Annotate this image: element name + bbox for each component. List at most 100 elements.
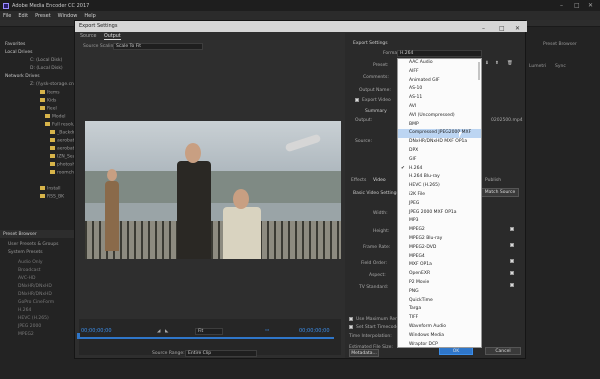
minimize-icon[interactable]: –: [560, 2, 563, 9]
format-option[interactable]: MP3: [398, 217, 481, 226]
tab-effects[interactable]: Effects: [351, 178, 366, 183]
format-option-selected[interactable]: ✔ H.264: [398, 165, 481, 174]
match-source-button[interactable]: Match Source: [481, 188, 519, 197]
format-option[interactable]: QuickTime: [398, 297, 481, 306]
preset-item[interactable]: DNxHR/DNxHD: [18, 284, 52, 289]
menu-preset[interactable]: Preset: [35, 13, 51, 19]
format-option[interactable]: i2K File: [398, 191, 481, 200]
drive-c[interactable]: C: (Local Disk): [30, 58, 62, 63]
maximize-icon[interactable]: □: [574, 2, 580, 9]
close-icon[interactable]: ✕: [588, 2, 593, 9]
menu-window[interactable]: Window: [58, 13, 78, 19]
tab-source[interactable]: Source: [80, 34, 96, 39]
metadata-button[interactable]: Metadata...: [349, 349, 379, 357]
playhead[interactable]: [77, 333, 80, 339]
cancel-button[interactable]: Cancel: [485, 347, 521, 355]
format-option[interactable]: Wraptor DCP: [398, 341, 481, 350]
match-checkbox[interactable]: [510, 227, 514, 231]
network-drives-label[interactable]: Network Drives: [5, 74, 40, 79]
folder-icon: [45, 122, 50, 126]
format-option[interactable]: MPEG4: [398, 253, 481, 262]
folder-item[interactable]: Reel: [40, 106, 57, 112]
format-option[interactable]: TIFF: [398, 314, 481, 323]
preset-item[interactable]: GoPro CineForm: [18, 300, 54, 305]
match-checkbox[interactable]: [510, 271, 514, 275]
match-checkbox[interactable]: [510, 243, 514, 247]
format-option[interactable]: H.264 Blu-ray: [398, 173, 481, 182]
folder-item[interactable]: Install: [40, 186, 61, 192]
format-option[interactable]: JPEG: [398, 200, 481, 209]
start-timecode-checkbox[interactable]: [349, 325, 353, 329]
aspect-toggle-icon[interactable]: ▭: [265, 328, 269, 333]
folder-item[interactable]: Items: [40, 90, 60, 96]
preset-item[interactable]: AVC-HD: [18, 276, 35, 281]
format-option[interactable]: AVI (Uncompressed): [398, 112, 481, 121]
local-drives-label[interactable]: Local Drives: [5, 50, 32, 55]
match-checkbox[interactable]: [510, 259, 514, 263]
format-option[interactable]: Animated GIF: [398, 77, 481, 86]
format-option[interactable]: JPEG 2000 MXF OP1a: [398, 209, 481, 218]
tab-video[interactable]: Video: [373, 178, 386, 183]
tab-publish[interactable]: Publish: [485, 178, 501, 183]
menu-help[interactable]: Help: [84, 13, 95, 19]
preset-item[interactable]: Broadcast: [18, 268, 41, 273]
format-option[interactable]: P2 Movie: [398, 279, 481, 288]
format-option[interactable]: HEVC (H.265): [398, 182, 481, 191]
preset-item[interactable]: HEVC (H.265): [18, 316, 49, 321]
format-option[interactable]: BMP: [398, 121, 481, 130]
format-dropdown[interactable]: H.264: [397, 50, 482, 57]
format-option[interactable]: AAC Audio: [398, 59, 481, 68]
format-option[interactable]: AVI: [398, 103, 481, 112]
menu-file[interactable]: File: [3, 13, 11, 19]
match-checkbox[interactable]: [510, 283, 514, 287]
favorites-label[interactable]: Favorites: [5, 42, 25, 47]
preset-item[interactable]: Audio Only: [18, 260, 43, 265]
mark-in-icon[interactable]: ◢: [157, 329, 160, 334]
format-option[interactable]: DPX: [398, 147, 481, 156]
format-option[interactable]: AS-11: [398, 94, 481, 103]
user-presets[interactable]: User Presets & Groups: [8, 242, 58, 247]
delete-preset-icon[interactable]: 🗑: [507, 61, 513, 66]
media-browser-header: [0, 20, 75, 27]
right-panel-tab[interactable]: Lumetri: [529, 64, 546, 69]
format-option[interactable]: MXF OP1a: [398, 261, 481, 270]
format-option[interactable]: DNxHR/DNxHD MXF OP1a: [398, 138, 481, 147]
max-render-checkbox[interactable]: [349, 317, 353, 321]
format-option[interactable]: MPEG2 Blu-ray: [398, 235, 481, 244]
format-option-highlighted[interactable]: Compressed JPEG2000 MXF: [398, 129, 481, 139]
preset-item[interactable]: MPEG2: [18, 332, 34, 337]
format-option[interactable]: GIF: [398, 156, 481, 165]
format-option[interactable]: Targa: [398, 305, 481, 314]
mark-out-icon[interactable]: ◣: [165, 329, 168, 334]
format-option[interactable]: MPEG2: [398, 226, 481, 235]
zoom-fit-dropdown[interactable]: Fit: [195, 328, 223, 335]
network-drive-item[interactable]: Z: (\\ysk-storage.cn: [30, 82, 74, 87]
preset-item[interactable]: DNxHR/DNxHD: [18, 292, 52, 297]
format-option[interactable]: MPEG2-DVD: [398, 244, 481, 253]
format-option[interactable]: Windows Media: [398, 332, 481, 341]
folder-item[interactable]: Model: [45, 114, 66, 120]
export-video-checkbox[interactable]: [355, 98, 359, 102]
format-option[interactable]: AIFF: [398, 68, 481, 77]
import-preset-icon[interactable]: ⬆: [495, 61, 499, 66]
height-label: Height:: [373, 229, 390, 234]
source-range-dropdown[interactable]: Entire Clip: [185, 350, 257, 357]
timeline-bar[interactable]: [79, 337, 334, 339]
preset-item[interactable]: H.264: [18, 308, 31, 313]
format-option[interactable]: PNG: [398, 288, 481, 297]
folder-icon: [40, 98, 45, 102]
format-option[interactable]: AS-10: [398, 85, 481, 94]
format-option[interactable]: Waveform Audio: [398, 323, 481, 332]
preset-item[interactable]: JPEG 2000: [18, 324, 41, 329]
format-option[interactable]: OpenEXR: [398, 270, 481, 279]
drive-d[interactable]: D: (Local Disk): [30, 66, 63, 71]
folder-item[interactable]: RSS_BK: [40, 194, 64, 200]
folder-item[interactable]: Kids: [40, 98, 56, 104]
save-preset-icon[interactable]: ⬇: [485, 61, 489, 66]
tab-output[interactable]: Output: [104, 34, 121, 40]
format-dropdown-list[interactable]: AAC Audio AIFF Animated GIF AS-10 AS-11 …: [397, 58, 482, 348]
source-scaling-dropdown[interactable]: Scale To Fit: [113, 43, 203, 50]
system-presets[interactable]: System Presets: [8, 250, 43, 255]
menu-edit[interactable]: Edit: [18, 13, 28, 19]
right-panel-tab[interactable]: Sync: [555, 64, 566, 69]
